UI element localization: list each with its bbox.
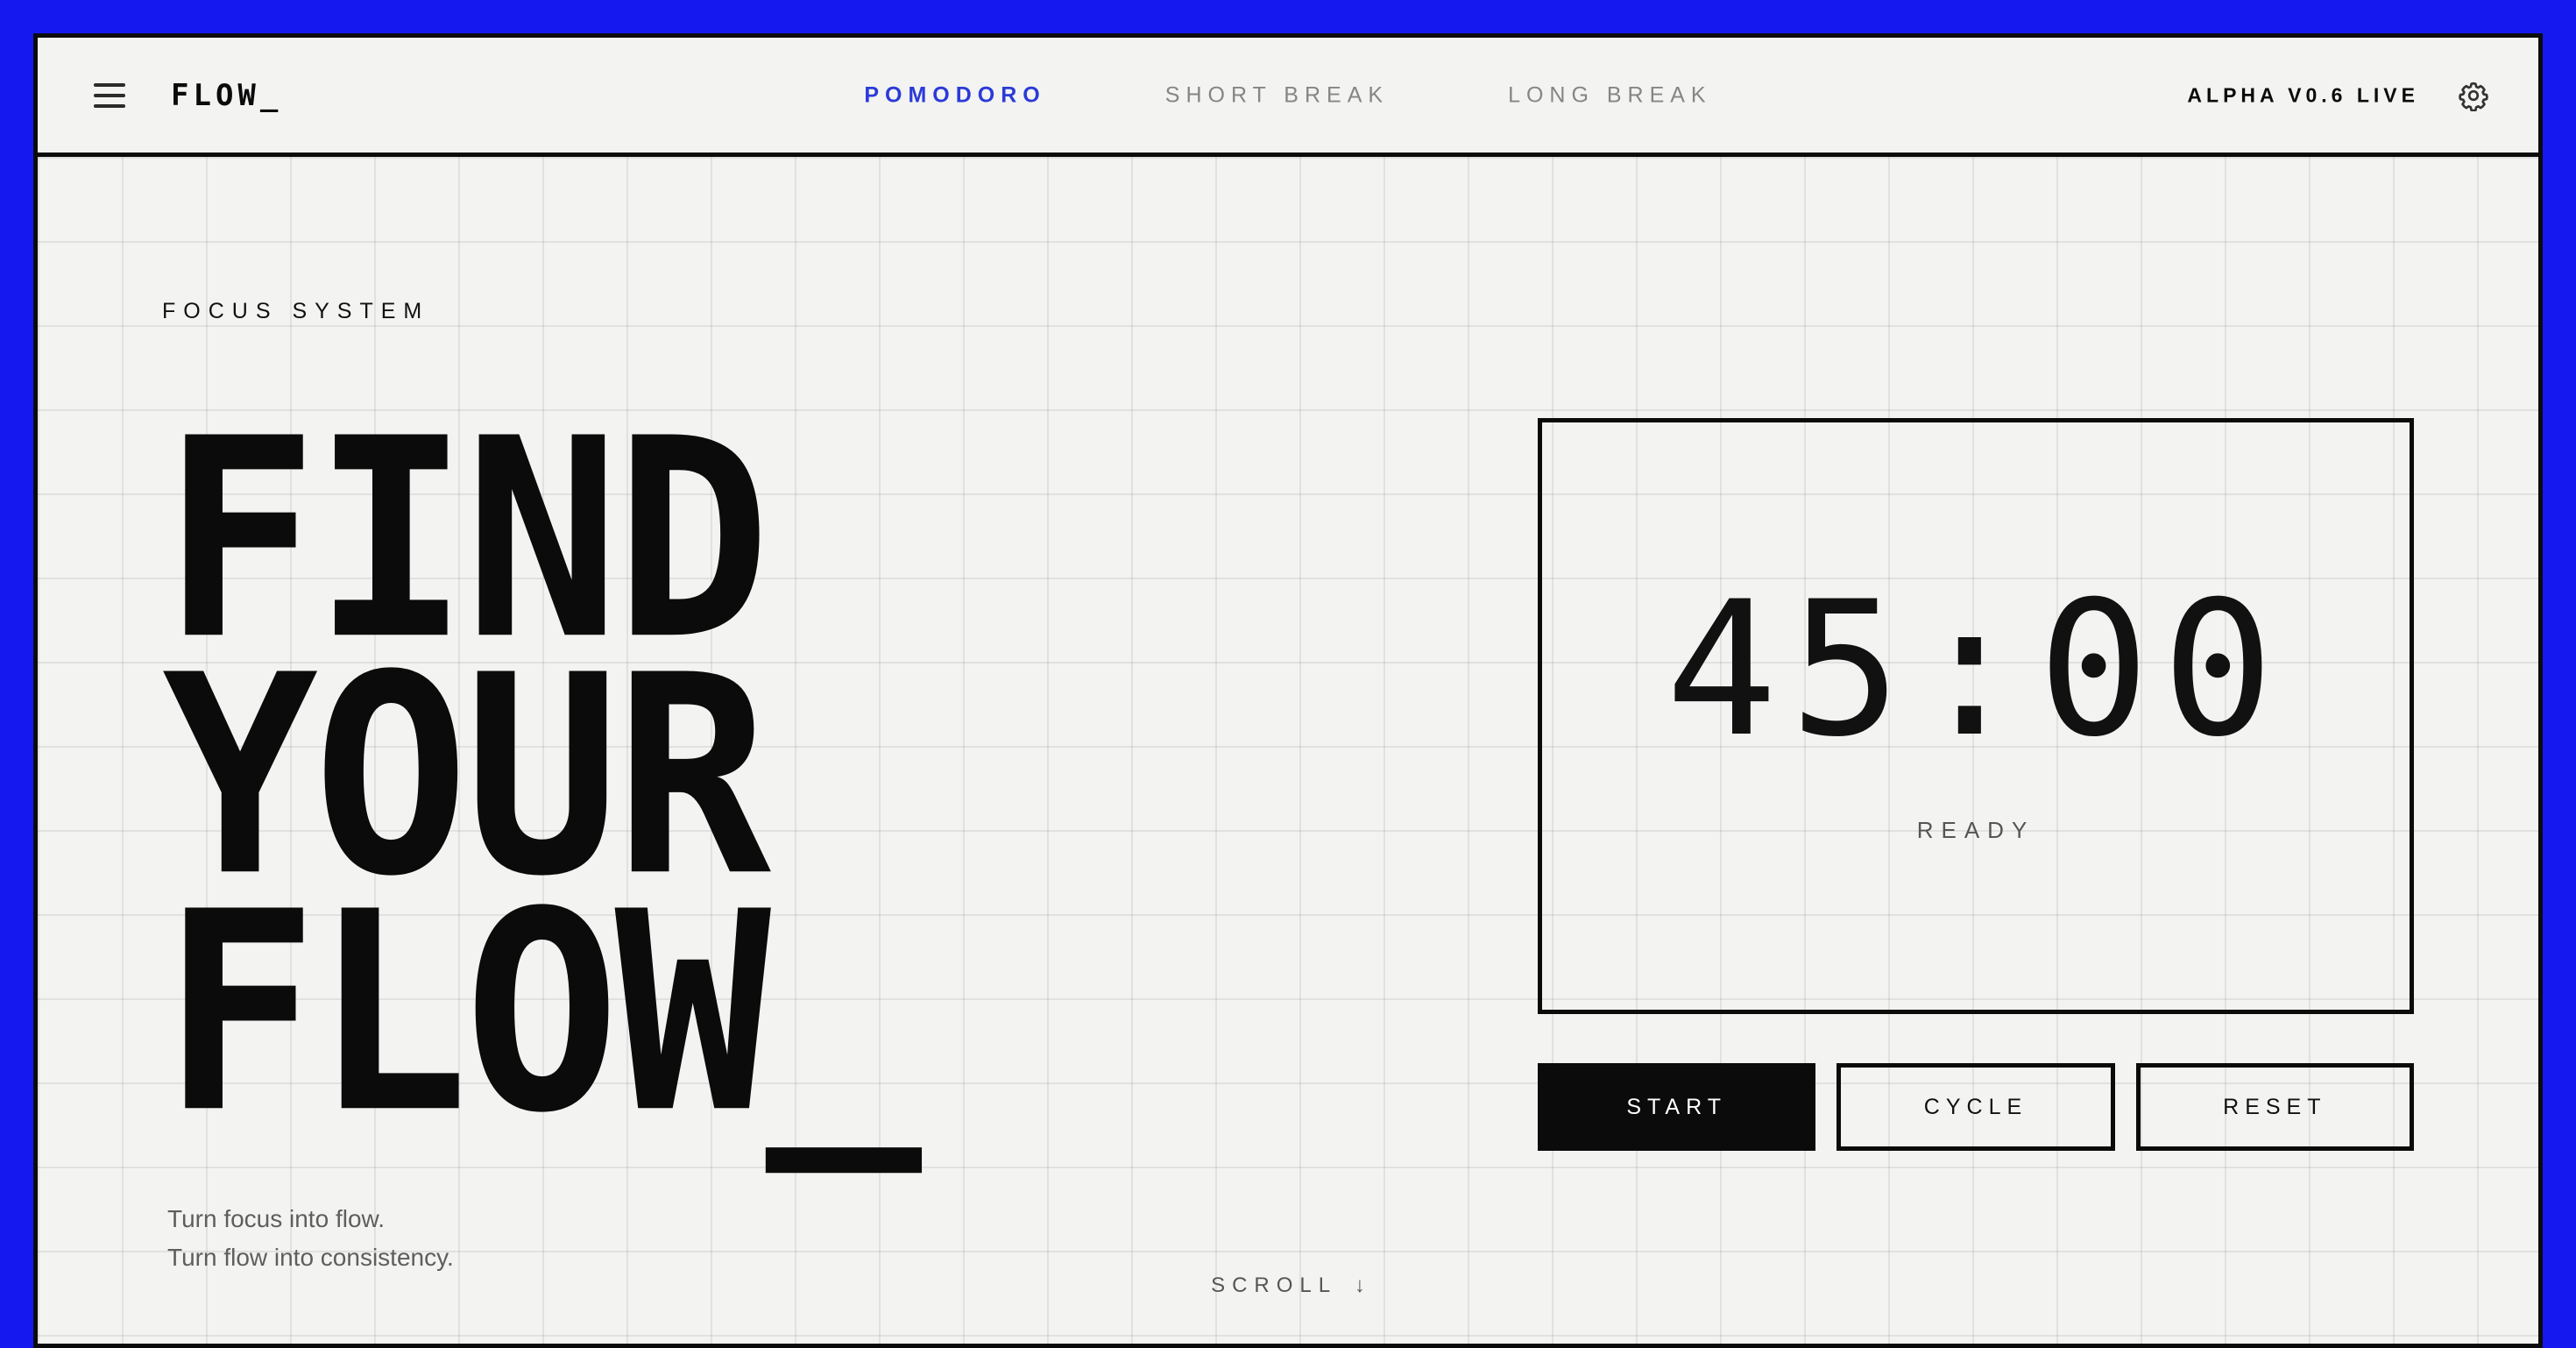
menu-line (94, 103, 125, 108)
app-frame: FLOW_ POMODORO SHORT BREAK LONG BREAK AL… (33, 33, 2543, 1348)
mode-tabs: POMODORO SHORT BREAK LONG BREAK (38, 82, 2538, 108)
menu-line (94, 82, 125, 87)
tab-short-break[interactable]: SHORT BREAK (1122, 82, 1389, 108)
gear-icon[interactable] (2458, 80, 2489, 111)
logo[interactable]: FLOW_ (171, 78, 282, 113)
hamburger-menu-icon[interactable] (94, 82, 125, 108)
timer-status: READY (1916, 817, 2035, 843)
start-button[interactable]: START (1538, 1063, 1816, 1151)
tab-long-break[interactable]: LONG BREAK (1464, 82, 1712, 108)
scroll-indicator[interactable]: SCROLL ↓ (38, 1274, 2538, 1298)
tagline: Turn focus into flow. Turn flow into con… (167, 1200, 454, 1277)
menu-line (94, 93, 125, 97)
tagline-line-2: Turn flow into consistency. (167, 1244, 454, 1271)
scroll-label: SCROLL (1211, 1274, 1337, 1297)
reset-button[interactable]: RESET (2135, 1063, 2414, 1151)
eyebrow-label: FOCUS SYSTEM (162, 299, 430, 323)
timer-display: 45:00 READY (1538, 418, 2414, 1014)
top-bar: FLOW_ POMODORO SHORT BREAK LONG BREAK AL… (38, 38, 2538, 157)
version-badge: ALPHA V0.6 LIVE (2187, 83, 2419, 106)
headline-line-3: FLOW_ (162, 852, 922, 1174)
timer-controls: START CYCLE RESET (1538, 1063, 2414, 1151)
cycle-button[interactable]: CYCLE (1836, 1063, 2115, 1151)
tab-pomodoro[interactable]: POMODORO (864, 82, 1045, 108)
hero-headline: FIND YOUR FLOW_ (162, 402, 922, 1151)
timer-time: 45:00 (1665, 561, 2287, 777)
arrow-down-icon: ↓ (1354, 1274, 1365, 1297)
tagline-line-1: Turn focus into flow. (167, 1205, 385, 1232)
